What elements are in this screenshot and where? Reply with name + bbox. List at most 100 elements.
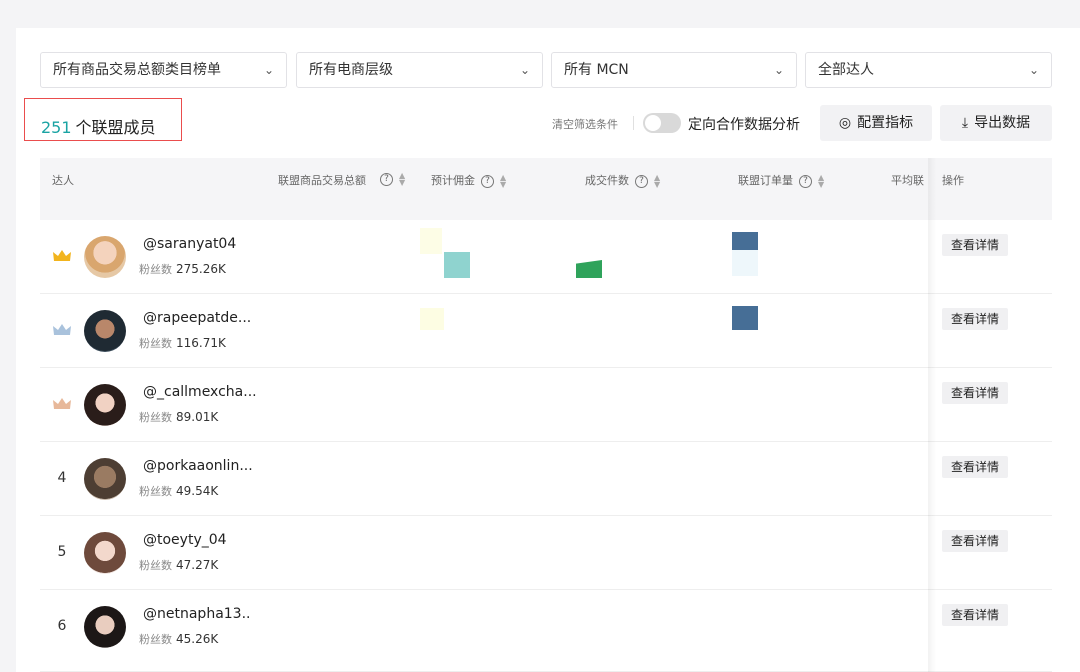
- avatar[interactable]: [84, 532, 126, 574]
- filter-bar: 所有商品交易总额类目榜单 ⌄ 所有电商层级 ⌄ 所有 MCN ⌄ 全部达人 ⌄: [40, 52, 1052, 88]
- creator-type-dropdown-label: 全部达人: [818, 62, 874, 78]
- follower-label: 粉丝数: [139, 263, 172, 276]
- creator-type-dropdown[interactable]: 全部达人 ⌄: [805, 52, 1052, 88]
- export-data-button[interactable]: ⤓ 导出数据: [940, 105, 1052, 141]
- creator-name[interactable]: @rapeepatde...: [143, 310, 251, 326]
- member-count-number: 251: [41, 118, 72, 137]
- sort-icon[interactable]: ▲ ▼: [818, 174, 824, 189]
- follower-value: 49.54K: [176, 484, 219, 498]
- ecommerce-level-dropdown[interactable]: 所有电商层级 ⌄: [296, 52, 543, 88]
- follower-label: 粉丝数: [139, 485, 172, 498]
- table-row: @saranyat04 粉丝数 275.26K 查看详情: [40, 220, 1052, 294]
- sort-icon[interactable]: ▲ ▼: [399, 172, 405, 187]
- mcn-dropdown-label: 所有 MCN: [564, 62, 629, 78]
- configure-metrics-button[interactable]: ◎ 配置指标: [820, 105, 932, 141]
- gmv-header-label: 联盟商品交易总额: [278, 174, 366, 187]
- ecommerce-level-dropdown-label: 所有电商层级: [309, 62, 393, 78]
- avatar[interactable]: [84, 606, 126, 648]
- table-row: 4 @porkaaonlin... 粉丝数 49.54K 查看详情: [40, 442, 1052, 516]
- follower-count: 粉丝数 116.71K: [139, 335, 226, 351]
- category-ranking-dropdown[interactable]: 所有商品交易总额类目榜单 ⌄: [40, 52, 287, 88]
- view-details-button[interactable]: 查看详情: [942, 382, 1008, 404]
- mcn-dropdown[interactable]: 所有 MCN ⌄: [551, 52, 797, 88]
- table-row: 6 @netnapha13.. 粉丝数 45.26K 查看详情: [40, 590, 1052, 672]
- avatar[interactable]: [84, 384, 126, 426]
- targeted-analysis-toggle[interactable]: [643, 113, 681, 133]
- table-header: 达人 联盟商品交易总额 ? ▲ ▼ 预计佣金? ▲ ▼ 成交件数? ▲ ▼ 联盟订单量? ▲ ▼…: [40, 158, 1052, 220]
- silver-crown-icon: [52, 322, 72, 338]
- column-header-creator: 达人: [52, 174, 74, 187]
- view-details-button[interactable]: 查看详情: [942, 456, 1008, 478]
- follower-count: 粉丝数 47.27K: [139, 557, 218, 573]
- blurred-value: [732, 232, 758, 250]
- follower-label: 粉丝数: [139, 411, 172, 424]
- fixed-column-shadow: [928, 158, 936, 672]
- chevron-down-icon: ⌄: [773, 63, 784, 77]
- page: 所有商品交易总额类目榜单 ⌄ 所有电商层级 ⌄ 所有 MCN ⌄ 全部达人 ⌄ …: [0, 0, 1080, 672]
- sort-icon[interactable]: ▲ ▼: [500, 174, 506, 189]
- clear-filters-link[interactable]: 清空筛选条件: [552, 116, 618, 132]
- follower-value: 275.26K: [176, 262, 226, 276]
- view-details-button[interactable]: 查看详情: [942, 308, 1008, 330]
- column-header-average: 平均联: [891, 174, 924, 187]
- view-details-button[interactable]: 查看详情: [942, 530, 1008, 552]
- commission-header-label: 预计佣金: [431, 174, 475, 187]
- view-details-button[interactable]: 查看详情: [942, 234, 1008, 256]
- orders-header-label: 联盟订单量: [738, 174, 793, 187]
- help-icon[interactable]: ?: [481, 174, 494, 188]
- table-row: @_callmexcha... 粉丝数 89.01K 查看详情: [40, 368, 1052, 442]
- download-icon: ⤓: [961, 115, 969, 131]
- creator-name[interactable]: @_callmexcha...: [143, 384, 257, 400]
- blurred-value: [732, 250, 758, 276]
- column-header-action: 操作: [942, 174, 964, 187]
- blurred-value: [732, 306, 758, 330]
- settings-icon: ◎: [838, 115, 852, 131]
- rank-number: 5: [57, 544, 67, 560]
- table-row: 5 @toeyty_04 粉丝数 47.27K 查看详情: [40, 516, 1052, 590]
- gmv-help-icon[interactable]: ? ▲ ▼: [374, 170, 405, 187]
- chevron-down-icon: ⌄: [263, 63, 274, 77]
- follower-count: 粉丝数 49.54K: [139, 483, 218, 499]
- creator-name[interactable]: @netnapha13..: [143, 606, 250, 622]
- creator-name[interactable]: @porkaaonlin...: [143, 458, 253, 474]
- chevron-down-icon: ⌄: [1028, 63, 1039, 77]
- creator-name[interactable]: @saranyat04: [143, 236, 236, 252]
- follower-value: 47.27K: [176, 558, 219, 572]
- follower-count: 粉丝数 275.26K: [139, 261, 226, 277]
- sort-icon[interactable]: ▲ ▼: [654, 174, 660, 189]
- blurred-value: [420, 228, 442, 254]
- toggle-knob: [645, 115, 661, 131]
- help-icon[interactable]: ?: [635, 174, 648, 188]
- avatar[interactable]: [84, 458, 126, 500]
- blurred-value: [444, 252, 470, 278]
- avatar[interactable]: [84, 310, 126, 352]
- blurred-value: [576, 260, 602, 278]
- gold-crown-icon: [52, 248, 72, 264]
- follower-count: 粉丝数 89.01K: [139, 409, 218, 425]
- follower-value: 45.26K: [176, 632, 219, 646]
- export-data-label: 导出数据: [974, 115, 1031, 131]
- column-header-orders[interactable]: 联盟订单量? ▲ ▼: [738, 172, 824, 189]
- deals-header-label: 成交件数: [585, 174, 629, 187]
- blurred-value: [420, 308, 444, 330]
- member-count-label: 个联盟成员: [75, 118, 156, 137]
- help-icon[interactable]: ?: [799, 174, 812, 188]
- follower-label: 粉丝数: [139, 337, 172, 350]
- column-header-commission[interactable]: 预计佣金? ▲ ▼: [431, 172, 506, 189]
- divider: [633, 116, 634, 130]
- bronze-crown-icon: [52, 396, 72, 412]
- follower-label: 粉丝数: [139, 559, 172, 572]
- chevron-down-icon: ⌄: [519, 63, 530, 77]
- follower-count: 粉丝数 45.26K: [139, 631, 218, 647]
- table-row: @rapeepatde... 粉丝数 116.71K 查看详情: [40, 294, 1052, 368]
- avatar[interactable]: [84, 236, 126, 278]
- member-count: 251 个联盟成员: [41, 114, 156, 138]
- follower-value: 116.71K: [176, 336, 226, 350]
- follower-value: 89.01K: [176, 410, 219, 424]
- column-header-deals[interactable]: 成交件数? ▲ ▼: [585, 172, 660, 189]
- targeted-analysis-label: 定向合作数据分析: [688, 117, 800, 133]
- view-details-button[interactable]: 查看详情: [942, 604, 1008, 626]
- category-ranking-dropdown-label: 所有商品交易总额类目榜单: [53, 62, 221, 78]
- creator-name[interactable]: @toeyty_04: [143, 532, 227, 548]
- follower-label: 粉丝数: [139, 633, 172, 646]
